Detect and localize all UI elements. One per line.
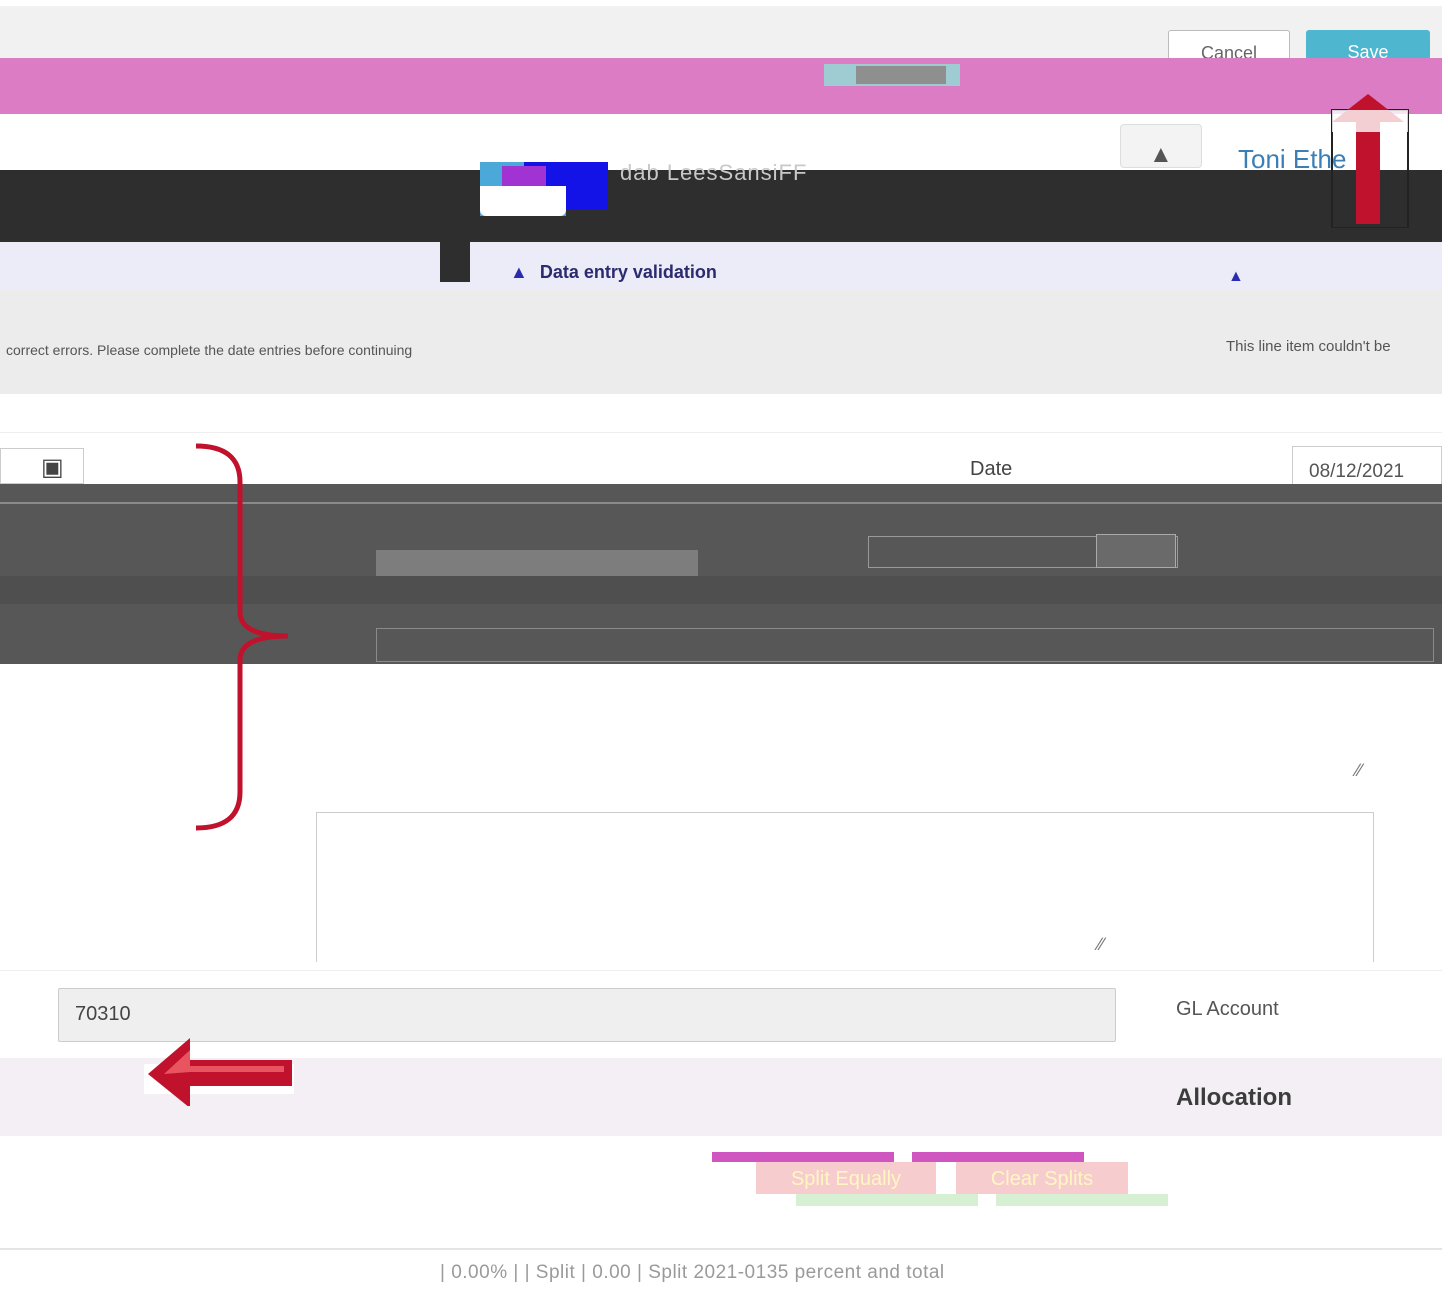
save-button[interactable]: Save: [1306, 30, 1430, 60]
calendar-icon: ▣: [41, 454, 64, 481]
gl-account-label: GL Account: [1176, 998, 1279, 1020]
avatar-face: [480, 186, 566, 216]
validation-message: correct errors. Please complete the date…: [6, 342, 413, 358]
resize-handle-icon[interactable]: ∕∕: [1356, 760, 1362, 781]
allocation-title: Allocation: [1176, 1084, 1293, 1111]
highlight-chip-inner: [856, 66, 946, 84]
resize-handle-icon[interactable]: ∕∕: [1098, 934, 1104, 955]
allocation-footer-text: | 0.00% | | Split | 0.00 | Split 2021-01…: [440, 1262, 945, 1283]
tray-icon[interactable]: ▲: [1120, 124, 1202, 168]
split-equally-button[interactable]: Split Equally: [756, 1162, 936, 1194]
avatar: [480, 162, 608, 216]
avatar-hair: [502, 166, 546, 186]
highlight-band: [0, 58, 1442, 114]
app-title: dab LeesSansiFF: [620, 160, 808, 185]
validation-title: ▲ Data entry validation: [510, 262, 717, 282]
footer-divider: [0, 1248, 1442, 1250]
banner-divider: [440, 242, 470, 282]
highlight-strip: [712, 1152, 894, 1162]
alert-icon: ▲: [1228, 268, 1244, 285]
inbox-icon: ▲: [1149, 141, 1173, 168]
cancel-button[interactable]: Cancel: [1168, 30, 1290, 60]
gl-account-input[interactable]: 70310: [58, 988, 1116, 1042]
warning-icon: ▲: [510, 262, 528, 282]
highlight-strip: [912, 1152, 1084, 1162]
date-input[interactable]: 08/12/2021: [1292, 446, 1442, 486]
calendar-button[interactable]: ▣: [0, 448, 84, 484]
highlight-strip: [996, 1194, 1168, 1206]
validation-banner: [0, 242, 1442, 290]
arrow-up-icon: [1331, 94, 1409, 228]
brace-annotation: [195, 443, 289, 831]
highlight-strip: [796, 1194, 978, 1206]
memo-textarea[interactable]: [316, 812, 1374, 962]
description-field[interactable]: [376, 628, 1434, 662]
arrow-left-icon: [144, 1038, 294, 1106]
clear-splits-button[interactable]: Clear Splits: [956, 1162, 1128, 1194]
currency-select[interactable]: [1096, 534, 1176, 568]
validation-message-right: This line item couldn't be: [1226, 338, 1391, 355]
date-label: Date: [970, 458, 1013, 480]
